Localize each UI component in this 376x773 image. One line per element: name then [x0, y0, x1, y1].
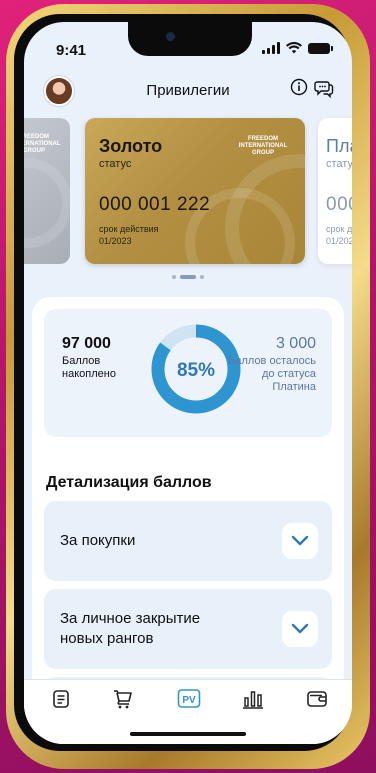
- status-card-platinum[interactable]: Пла стату 000 срок д 01/202: [318, 118, 352, 264]
- battery-icon: [308, 42, 333, 54]
- status-time: 9:41: [56, 42, 87, 59]
- points-accumulated-value: 97 000: [62, 335, 111, 352]
- tab-statistics[interactable]: [240, 686, 266, 712]
- wallet-icon: [307, 691, 327, 707]
- cart-icon: [114, 690, 132, 709]
- accordion-label-line: За личное закрытие: [60, 610, 201, 627]
- card-tier-name: Пла: [326, 136, 352, 156]
- bar-chart-icon: [243, 691, 263, 709]
- donut-percent-text: 85%: [177, 360, 215, 381]
- card-brand-logo: FREEDOM INTERNATIONAL GROUP: [238, 136, 288, 156]
- signal-icon: [262, 42, 280, 54]
- card-status-label: стату: [326, 158, 352, 170]
- card-expiry: 01/202: [326, 236, 352, 246]
- expand-button[interactable]: [282, 611, 318, 647]
- expand-button[interactable]: [282, 523, 318, 559]
- card-pattern: [24, 158, 70, 248]
- carousel-page-indicator[interactable]: [24, 275, 352, 279]
- points-summary: 97 000 Баллов накоплено 85% 3 000 Баллов…: [44, 309, 332, 437]
- card-number: 000 001 222: [99, 194, 211, 215]
- chevron-down-icon: [291, 623, 309, 634]
- content-panel: 97 000 Баллов накоплено 85% 3 000 Баллов…: [32, 297, 344, 744]
- tab-cart[interactable]: [110, 686, 136, 712]
- card-expiry-label: срок д: [326, 224, 352, 234]
- page-dot-active[interactable]: [180, 275, 196, 279]
- points-remaining-label: Баллов осталось до статуса Платина: [228, 355, 316, 393]
- app-screen: 9:41 Привилегии REEDOM RNATIONAL GROUP З…: [24, 22, 352, 744]
- section-title: Детализация баллов: [46, 474, 212, 491]
- bottom-tab-bar: PV: [24, 679, 352, 744]
- chat-icon[interactable]: [314, 78, 334, 98]
- card-expiry-label: срок действия: [99, 224, 159, 234]
- page-dot[interactable]: [172, 275, 176, 279]
- card-status-label: статус: [99, 158, 132, 170]
- card-expiry: 01/2023: [99, 236, 132, 246]
- status-card-silver[interactable]: FREEDOM INTERNATIONAL GROUP: [24, 118, 70, 264]
- pv-icon: PV: [177, 689, 201, 708]
- accordion-label-line: новых рангов: [60, 630, 154, 647]
- points-remaining-value: 3 000: [275, 335, 316, 352]
- status-card-gold[interactable]: Золото статус FREEDOM INTERNATIONAL GROU…: [85, 118, 305, 264]
- accordion-label: За покупки: [60, 532, 136, 549]
- card-brand-logo: FREEDOM INTERNATIONAL GROUP: [24, 134, 61, 154]
- tab-wallet[interactable]: [304, 686, 330, 712]
- wifi-icon: [286, 42, 302, 54]
- page-dot[interactable]: [200, 275, 204, 279]
- camera: [166, 32, 175, 41]
- status-icons: [262, 42, 333, 54]
- points-accumulated-label: Баллов накоплено: [62, 355, 116, 380]
- home-indicator[interactable]: [130, 732, 246, 736]
- top-bar: Привилегии: [24, 74, 352, 110]
- tab-pv[interactable]: PV: [176, 686, 202, 712]
- tab-documents[interactable]: [48, 686, 74, 712]
- card-number: 000: [326, 194, 352, 215]
- status-cards-carousel[interactable]: FREEDOM INTERNATIONAL GROUP Золото стату…: [24, 118, 352, 266]
- accordion-item-ranks[interactable]: За личное закрытие новых рангов: [44, 589, 332, 669]
- pv-label: PV: [182, 695, 196, 706]
- notch: [128, 22, 252, 56]
- accordion-item-purchases[interactable]: За покупки: [44, 501, 332, 581]
- info-icon[interactable]: [290, 78, 308, 96]
- accordion-label: За личное закрытие новых рангов: [60, 609, 200, 649]
- card-tier-name: Золото: [99, 136, 163, 156]
- chevron-down-icon: [291, 535, 309, 546]
- document-icon: [53, 690, 69, 708]
